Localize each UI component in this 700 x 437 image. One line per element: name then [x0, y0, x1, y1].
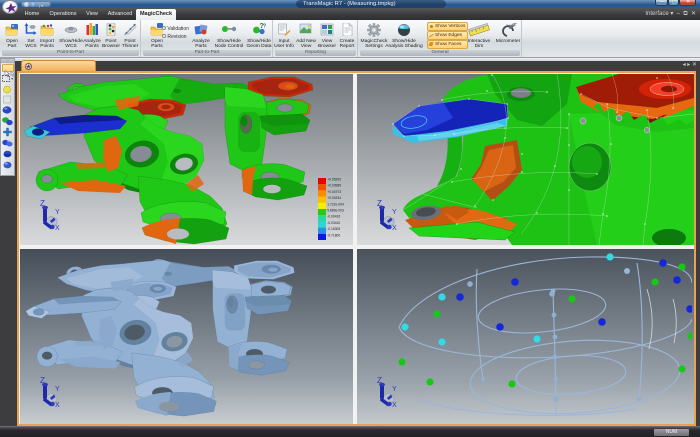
- svg-text:-0.71800: -0.71800: [327, 233, 340, 237]
- svg-text:+0.00334: +0.00334: [327, 196, 341, 200]
- svg-text:-0.16305: -0.16305: [327, 227, 340, 231]
- svg-text:-0.00416: -0.00416: [327, 215, 340, 219]
- svg-text:-0.03410: -0.03410: [327, 221, 340, 225]
- svg-text:1.722e-004: 1.722e-004: [327, 202, 344, 206]
- svg-text:+0.05200: +0.05200: [327, 178, 341, 182]
- svg-text:+0.03985: +0.03985: [327, 184, 341, 188]
- svg-text:5.889e-003: 5.889e-003: [327, 209, 344, 213]
- svg-text:+0.01973: +0.01973: [327, 190, 341, 194]
- svg-text:?: ?: [263, 24, 266, 30]
